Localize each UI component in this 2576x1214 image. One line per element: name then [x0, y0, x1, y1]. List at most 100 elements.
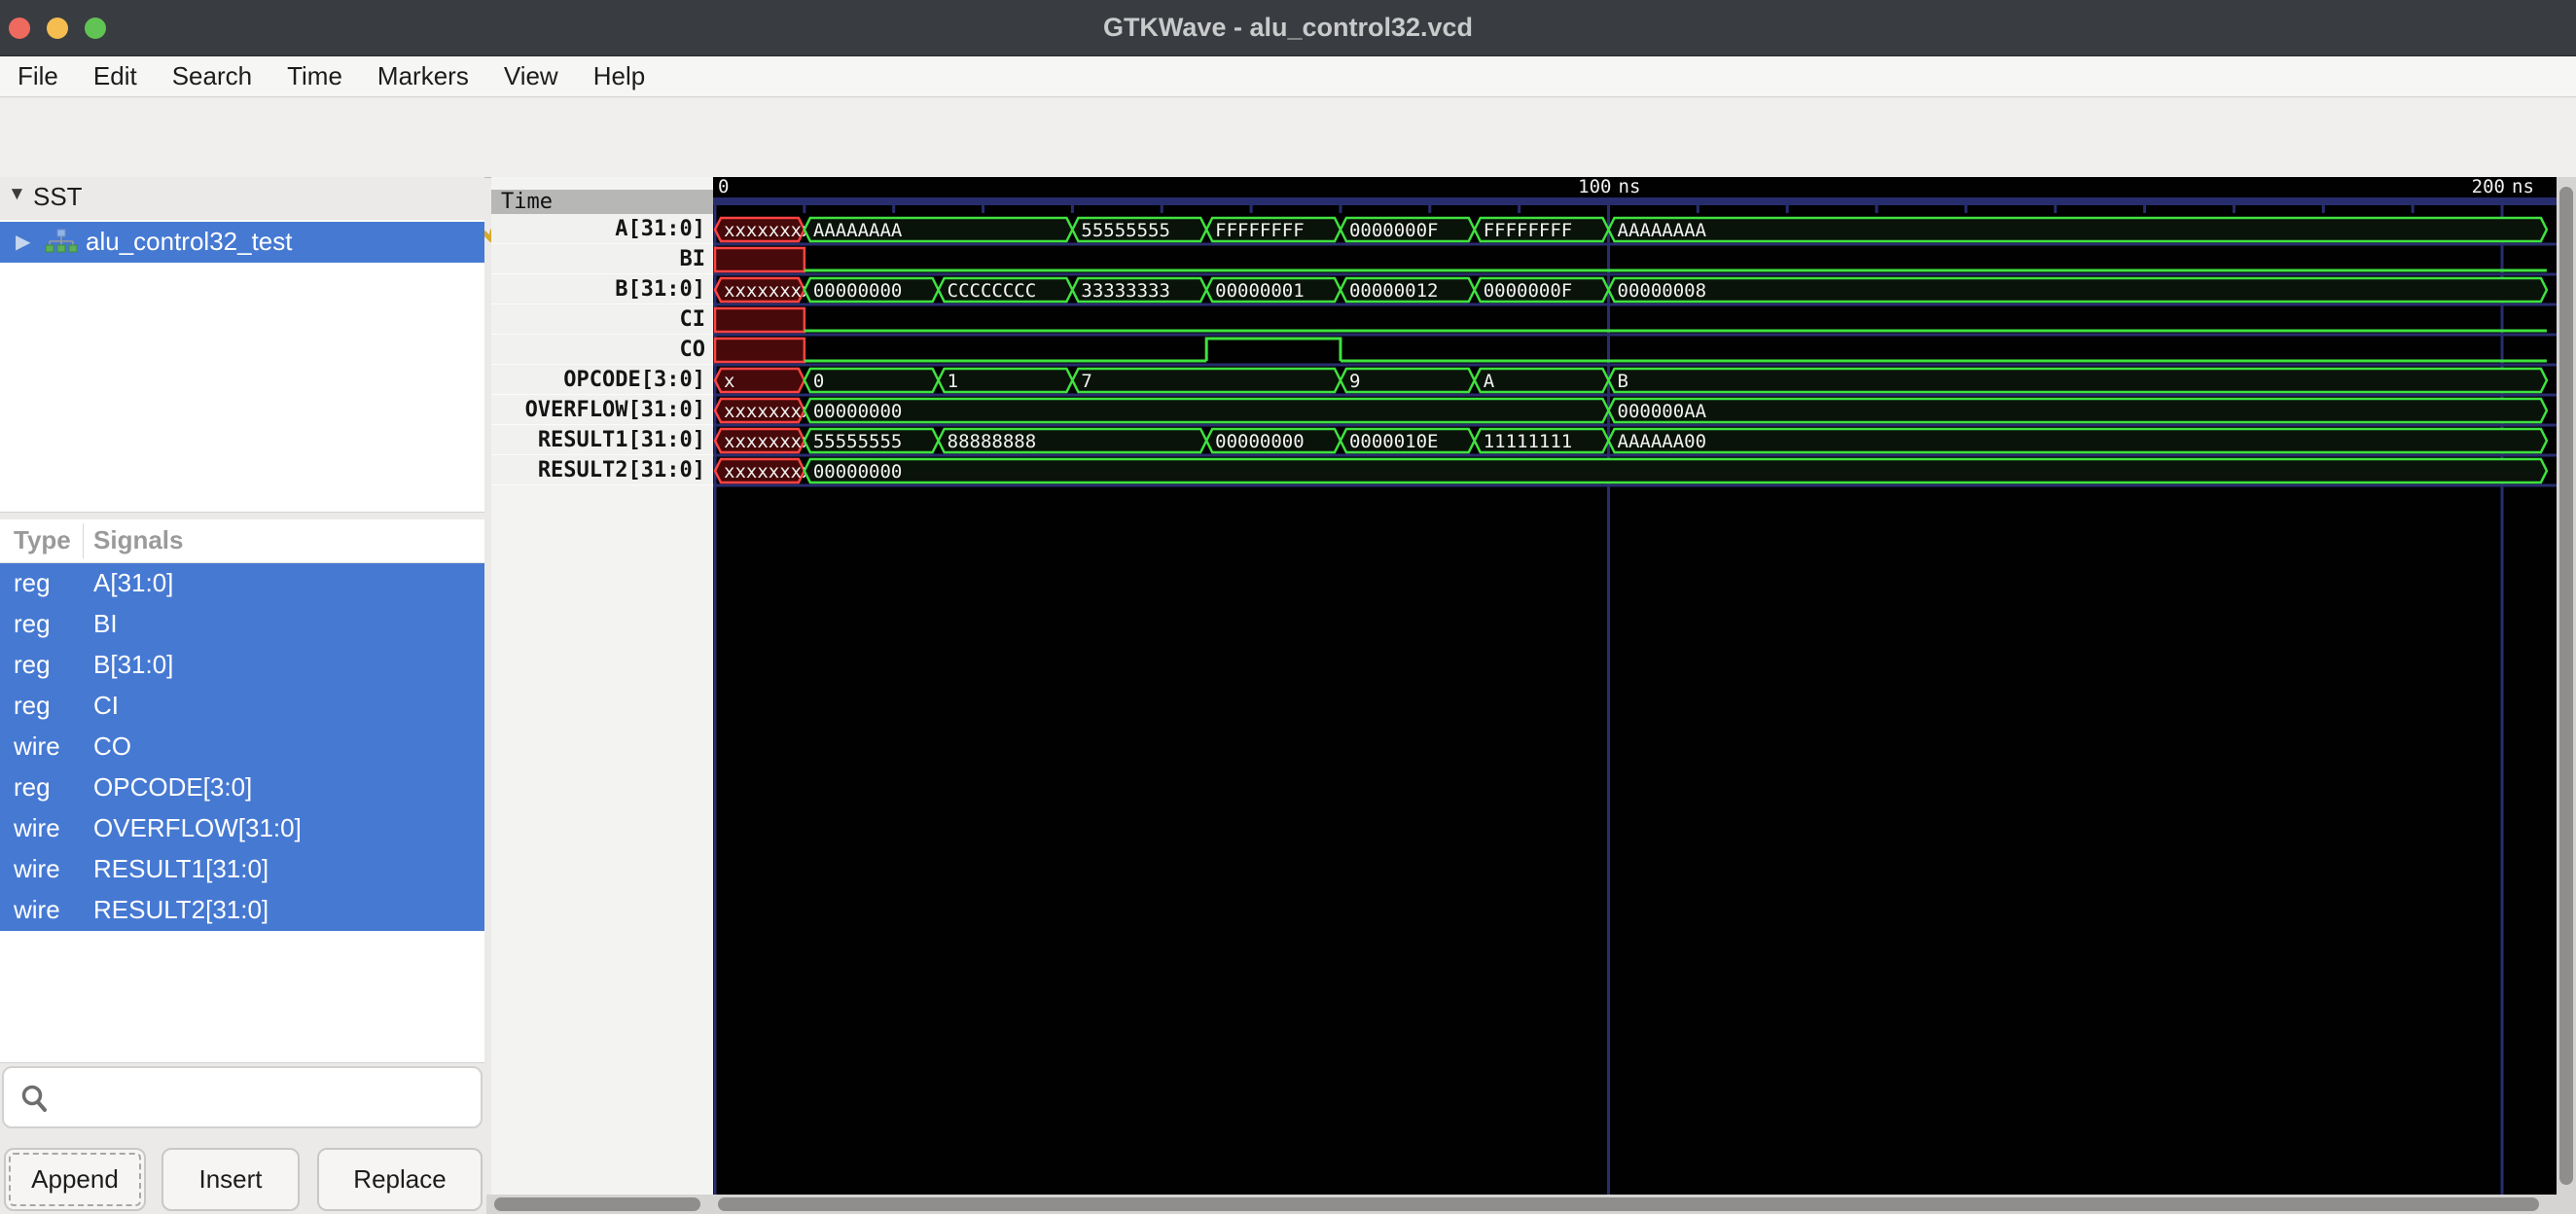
signal-name: CI: [93, 691, 119, 721]
menu-item-file[interactable]: File: [18, 56, 58, 96]
wave-signal-name[interactable]: OVERFLOW[31:0]: [491, 395, 713, 425]
scalar-unknown-segment: [715, 339, 805, 362]
wave-trace-A310: xxxxxxxxAAAAAAAA55555555FFFFFFFF0000000F…: [715, 218, 2547, 241]
waveform-canvas[interactable]: 0100ns200nsxxxxxxxxAAAAAAAA55555555FFFFF…: [713, 177, 2557, 1195]
wave-trace-B310: xxxxxxxx00000000CCCCCCCC3333333300000001…: [715, 278, 2547, 302]
signals-table-header: Type Signals: [0, 519, 484, 563]
column-signals: Signals: [93, 525, 183, 555]
ruler-tick: [2233, 205, 2236, 213]
signals-table: Type Signals regA[31:0]regBIregB[31:0]re…: [0, 519, 484, 1063]
bus-value: 55555555: [1081, 220, 1170, 241]
row-separator: [713, 334, 2557, 337]
bus-segment: [1609, 369, 2547, 392]
signals-rows: regA[31:0]regBIregB[31:0]regCIwireCOregO…: [0, 563, 484, 931]
tree-node-label: alu_control32_test: [86, 227, 292, 257]
menu-item-search[interactable]: Search: [172, 56, 252, 96]
row-separator: [713, 454, 2557, 457]
bus-segment: [805, 459, 2547, 482]
wave-trace-RESULT1310: xxxxxxxx5555555588888888000000000000010E…: [715, 429, 2547, 452]
bus-value: 55555555: [813, 431, 903, 452]
wave-trace-OPCODE30: x0179AB: [715, 369, 2547, 392]
signal-row[interactable]: wireCO: [0, 727, 484, 768]
wave-signal-name[interactable]: CI: [491, 304, 713, 335]
wave-trace-CI: [715, 308, 2547, 332]
signal-row[interactable]: wireOVERFLOW[31:0]: [0, 808, 484, 849]
bus-value: xxxxxxxx: [724, 280, 813, 302]
bus-value: FFFFFFFF: [1484, 220, 1573, 241]
ruler-tick: [2143, 205, 2146, 213]
wave-signal-name[interactable]: RESULT2[31:0]: [491, 455, 713, 485]
signal-search-box: [2, 1066, 483, 1128]
sst-tree: ▶ alu_control32_test: [0, 220, 484, 513]
search-input[interactable]: [58, 1072, 471, 1123]
signal-row[interactable]: reg CI: [0, 686, 484, 727]
bus-value: x: [724, 371, 734, 392]
sst-title: SST: [33, 182, 83, 212]
signal-row[interactable]: reg BI: [0, 604, 484, 645]
bus-value: 0000000F: [1484, 280, 1573, 302]
bus-value: CCCCCCCC: [948, 280, 1037, 302]
toolbar: ↶ « » From: To: Marker — Cursor 31 900: [0, 98, 2576, 178]
wave-trace-RESULT2310: xxxxxxxx00000000: [715, 459, 2547, 482]
menu-item-edit[interactable]: Edit: [93, 56, 137, 96]
signal-name: RESULT2[31:0]: [93, 895, 268, 925]
bus-segment: [1072, 369, 1341, 392]
signal-row[interactable]: regA[31:0]: [0, 563, 484, 604]
menu-item-time[interactable]: Time: [287, 56, 342, 96]
menu-item-markers[interactable]: Markers: [377, 56, 469, 96]
bus-segment: [1341, 369, 1475, 392]
bus-value: AAAAAAAA: [1618, 220, 1707, 241]
signal-type: wire: [14, 854, 60, 884]
signal-row[interactable]: wireRESULT1[31:0]: [0, 849, 484, 890]
wave-name-panel: Time A[31:0]BIB[31:0]CICOOPCODE[3:0]OVER…: [491, 177, 713, 1195]
row-separator: [713, 394, 2557, 397]
ruler-tick: [1428, 205, 1431, 213]
replace-button[interactable]: Replace: [317, 1148, 483, 1211]
signal-type: reg: [14, 650, 51, 680]
signal-type: reg: [14, 691, 51, 721]
bus-value: 1: [948, 371, 958, 392]
wave-signal-name[interactable]: RESULT1[31:0]: [491, 425, 713, 455]
bus-value: 00000001: [1215, 280, 1305, 302]
bus-value: B: [1618, 371, 1628, 392]
tree-node[interactable]: ▶ alu_control32_test: [0, 222, 484, 263]
ruler-tick: [2322, 205, 2325, 213]
row-separator: [713, 243, 2557, 246]
time-label: 0: [718, 177, 729, 197]
signal-type: reg: [14, 568, 51, 598]
vertical-scrollbar-thumb[interactable]: [2559, 187, 2573, 1185]
signal-row[interactable]: regOPCODE[3:0]: [0, 768, 484, 808]
insert-button[interactable]: Insert: [161, 1148, 300, 1211]
expand-triangle-icon[interactable]: ▶: [16, 230, 30, 254]
wave-scrollbar-thumb[interactable]: [718, 1197, 2539, 1211]
grid-line: [1607, 197, 1610, 1195]
wave-vertical-scrollbar: [2557, 177, 2576, 1195]
wave-signal-name[interactable]: OPCODE[3:0]: [491, 365, 713, 395]
bus-value: 00000008: [1618, 280, 1707, 302]
ruler-tick: [982, 205, 984, 213]
horizontal-scrollbar: [486, 1195, 2576, 1214]
ruler-tick: [1161, 205, 1163, 213]
signal-name: BI: [93, 609, 118, 639]
collapse-triangle-icon[interactable]: ▼: [8, 184, 26, 205]
scalar-unknown-segment: [715, 248, 805, 271]
wave-signal-name[interactable]: CO: [491, 335, 713, 365]
wave-signal-name[interactable]: BI: [491, 244, 713, 274]
name-panel-scrollbar-thumb[interactable]: [494, 1197, 700, 1211]
bus-value: FFFFFFFF: [1215, 220, 1305, 241]
signal-name: OPCODE[3:0]: [93, 772, 252, 803]
menu-item-help[interactable]: Help: [593, 56, 645, 96]
search-icon: [18, 1082, 53, 1117]
bus-value: 0: [813, 371, 824, 392]
signal-type: reg: [14, 609, 51, 639]
wave-signal-name[interactable]: B[31:0]: [491, 274, 713, 304]
ruler-tick: [1339, 205, 1342, 213]
menubar: File Edit Search Time Markers View Help: [0, 56, 2576, 97]
ruler-tick: [1876, 205, 1878, 213]
append-button[interactable]: Append: [4, 1148, 146, 1211]
menu-item-view[interactable]: View: [504, 56, 558, 96]
signal-row[interactable]: wireRESULT2[31:0]: [0, 890, 484, 931]
sst-header[interactable]: ▼ SST: [0, 177, 484, 220]
signal-row[interactable]: regB[31:0]: [0, 645, 484, 686]
wave-signal-name[interactable]: A[31:0]: [491, 214, 713, 244]
